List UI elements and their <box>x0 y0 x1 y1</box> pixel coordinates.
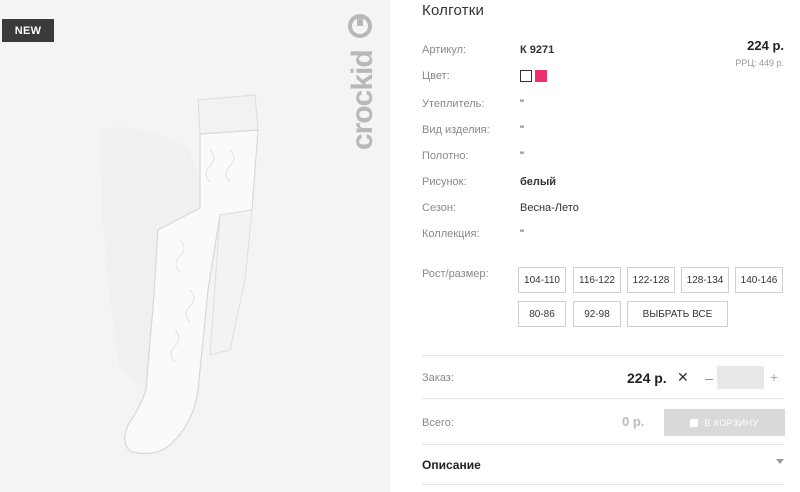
order-price: 224 р. <box>627 370 667 386</box>
chevron-down-icon[interactable] <box>776 459 784 464</box>
increase-quantity-button[interactable]: + <box>768 369 780 385</box>
pattern-value: белый <box>520 176 557 188</box>
pattern-label: Рисунок: <box>422 176 467 188</box>
add-to-cart-button[interactable]: В КОРЗИНУ <box>664 409 785 436</box>
color-swatch-white[interactable] <box>520 70 532 82</box>
price-rrp: РРЦ: 449 р. <box>735 58 784 68</box>
size-option[interactable]: 80-86 <box>518 301 566 327</box>
product-title: Колготки <box>422 2 485 19</box>
product-details: Колготки Артикул: К 9271 224 р. РРЦ: 449… <box>422 0 792 492</box>
tights-image <box>80 90 320 470</box>
color-swatch-pink[interactable] <box>535 70 547 82</box>
fabric-value: " <box>520 150 524 162</box>
remove-icon[interactable]: ✕ <box>677 369 689 386</box>
season-label: Сезон: <box>422 202 456 214</box>
size-option[interactable]: 92-98 <box>573 301 621 327</box>
article-label: Артикул: <box>422 44 467 56</box>
price: 224 р. <box>747 38 784 53</box>
brand-logo: crockid <box>338 10 384 155</box>
total-label: Всего: <box>422 417 454 429</box>
quantity-input[interactable] <box>717 366 764 389</box>
divider <box>422 444 784 445</box>
size-option[interactable]: 140-146 <box>735 267 783 293</box>
divider <box>422 398 784 399</box>
description-toggle[interactable]: Описание <box>422 458 481 472</box>
cart-icon <box>690 418 699 427</box>
size-option[interactable]: 128-134 <box>681 267 729 293</box>
svg-text:crockid: crockid <box>346 50 379 150</box>
decrease-quantity-button[interactable]: – <box>702 370 716 386</box>
size-option[interactable]: 116-122 <box>573 267 621 293</box>
size-option[interactable]: 104-110 <box>518 267 566 293</box>
season-value: Весна-Лето <box>520 202 579 214</box>
item-type-value: " <box>520 124 524 136</box>
order-label: Заказ: <box>422 372 454 384</box>
product-image-panel: NEW crockid <box>0 0 390 492</box>
insulation-label: Утеплитель: <box>422 98 485 110</box>
collection-label: Коллекция: <box>422 228 480 240</box>
add-to-cart-label: В КОРЗИНУ <box>704 417 759 428</box>
size-option[interactable]: 122-128 <box>627 267 675 293</box>
select-all-sizes-button[interactable]: ВЫБРАТЬ ВСЕ <box>627 301 728 327</box>
insulation-value: " <box>520 98 524 110</box>
divider <box>422 484 784 485</box>
article-value: К 9271 <box>520 44 555 56</box>
size-label: Рост/размер: <box>422 268 489 280</box>
new-badge: NEW <box>2 19 54 42</box>
color-label: Цвет: <box>422 70 450 82</box>
divider <box>422 355 784 356</box>
fabric-label: Полотно: <box>422 150 469 162</box>
collection-value: " <box>520 228 524 240</box>
item-type-label: Вид изделия: <box>422 124 490 136</box>
total-value: 0 р. <box>622 414 645 429</box>
